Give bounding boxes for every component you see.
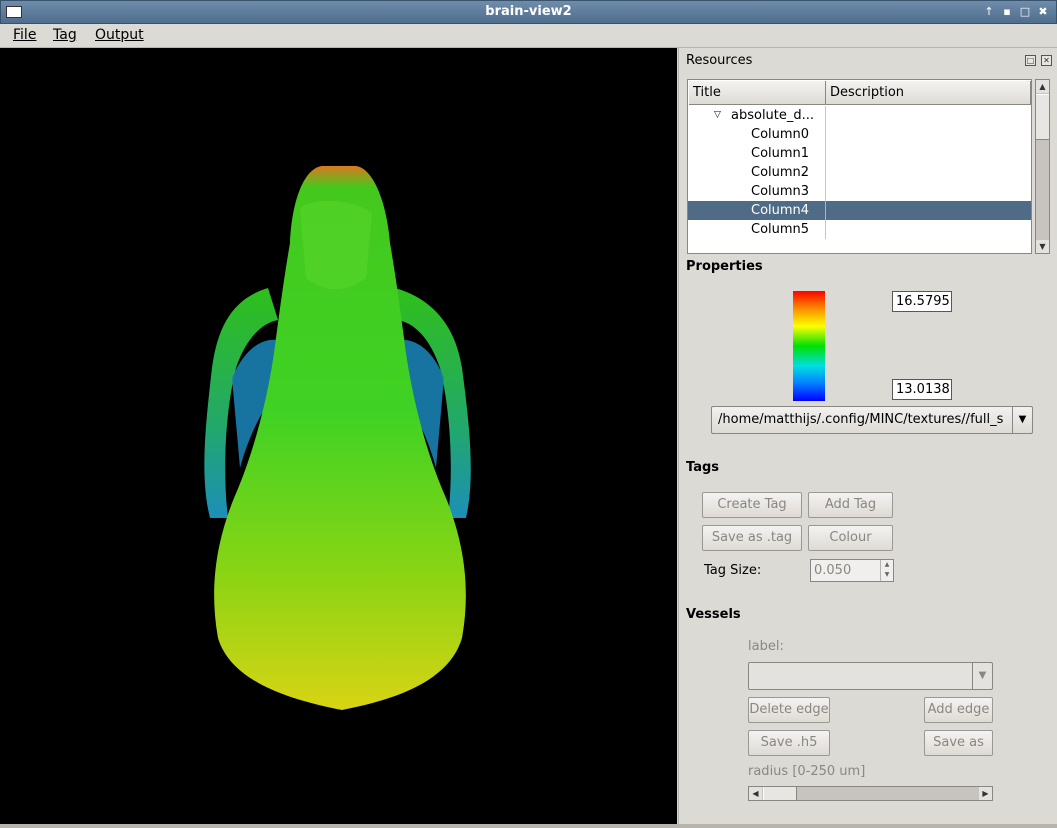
menu-file[interactable]: File (13, 27, 36, 43)
tree-item-label: Column4 (751, 203, 810, 218)
tree-item[interactable]: Column3 (688, 182, 1031, 201)
scroll-left-icon[interactable]: ◀ (749, 787, 762, 800)
add-edge-button[interactable]: Add edge (924, 697, 993, 723)
close-dock-icon[interactable]: ✕ (1041, 55, 1052, 66)
3d-viewport[interactable] (0, 48, 677, 824)
tree-header: Title Description (689, 81, 1031, 105)
close-icon[interactable]: ✖ (1035, 4, 1051, 20)
menu-output[interactable]: Output (95, 27, 144, 43)
chevron-down-icon[interactable]: ▼ (1012, 407, 1032, 433)
expand-arrow-icon[interactable]: ▽ (714, 106, 721, 125)
vessels-heading: Vessels (686, 607, 741, 622)
create-tag-button[interactable]: Create Tag (702, 492, 802, 518)
tree-item-selected[interactable]: Column4 (688, 201, 1031, 220)
scroll-up-icon[interactable]: ▲ (1036, 80, 1049, 93)
tag-size-spinbox[interactable]: 0.050 ▲ ▼ (810, 559, 894, 582)
min-value-field[interactable]: 13.0138 (892, 379, 952, 400)
column-header-title[interactable]: Title (689, 81, 826, 105)
save-h5-button[interactable]: Save .h5 (748, 730, 830, 756)
tree-item[interactable]: Column2 (688, 163, 1031, 182)
window-title: brain-view2 (485, 4, 572, 19)
vessel-label-caption: label: (748, 639, 784, 654)
maximize-icon[interactable]: □ (1017, 4, 1033, 20)
menu-tag[interactable]: Tag (53, 27, 77, 43)
window-titlebar: brain-view2 ↑ ▪ □ ✖ (0, 0, 1057, 24)
scroll-right-icon[interactable]: ▶ (979, 787, 992, 800)
tree-item-root[interactable]: ▽ absolute_d... (688, 106, 1031, 125)
tag-size-label: Tag Size: (704, 563, 762, 578)
window-bottom-edge (0, 824, 1057, 828)
keep-above-icon[interactable]: ↑ (981, 4, 997, 20)
tree-item-label: Column2 (751, 165, 810, 180)
tree-item-label: Column5 (751, 222, 810, 237)
tree-item-label: Column0 (751, 127, 810, 142)
delete-edge-button[interactable]: Delete edge (748, 697, 830, 723)
scroll-thumb[interactable] (1036, 94, 1049, 140)
slider-thumb[interactable] (763, 787, 797, 800)
radius-slider[interactable]: ◀ ▶ (748, 786, 993, 801)
add-tag-button[interactable]: Add Tag (808, 492, 893, 518)
save-as-button[interactable]: Save as (924, 730, 993, 756)
chevron-down-icon[interactable]: ▼ (972, 663, 992, 689)
texture-select-value: /home/matthijs/.config/MINC/textures//fu… (718, 412, 1004, 427)
column-header-description[interactable]: Description (826, 81, 1031, 105)
tree-scrollbar[interactable]: ▲ ▼ (1035, 79, 1050, 254)
save-tag-button[interactable]: Save as .tag (702, 525, 802, 551)
tree-item[interactable]: Column5 (688, 220, 1031, 239)
tree-item-label: absolute_d... (731, 108, 815, 123)
menubar: File Tag Output (0, 24, 1057, 48)
resource-tree[interactable]: Title Description ▽ absolute_d... Column… (687, 79, 1032, 254)
tree-item[interactable]: Column1 (688, 144, 1031, 163)
tag-size-value: 0.050 (814, 563, 852, 578)
colorbar (793, 291, 825, 401)
dock-title: Resources (686, 53, 753, 68)
scroll-down-icon[interactable]: ▼ (1036, 240, 1049, 253)
max-value-field[interactable]: 16.5795 (892, 291, 952, 312)
vessel-label-select[interactable]: ▼ (748, 662, 993, 690)
colour-button[interactable]: Colour (808, 525, 893, 551)
float-icon[interactable]: □ (1025, 55, 1036, 66)
skull-render (204, 166, 471, 710)
radius-label: radius [0-250 um] (748, 764, 866, 779)
texture-select[interactable]: /home/matthijs/.config/MINC/textures//fu… (711, 406, 1033, 434)
properties-heading: Properties (686, 259, 763, 274)
tree-item-label: Column1 (751, 146, 810, 161)
spin-arrows-icon[interactable]: ▲ ▼ (880, 560, 893, 581)
tree-item[interactable]: Column0 (688, 125, 1031, 144)
tags-heading: Tags (686, 460, 720, 475)
minimize-icon[interactable]: ▪ (999, 4, 1015, 20)
resources-dock: Resources □ ✕ Title Description ▽ absolu… (678, 48, 1057, 824)
tree-item-label: Column3 (751, 184, 810, 199)
